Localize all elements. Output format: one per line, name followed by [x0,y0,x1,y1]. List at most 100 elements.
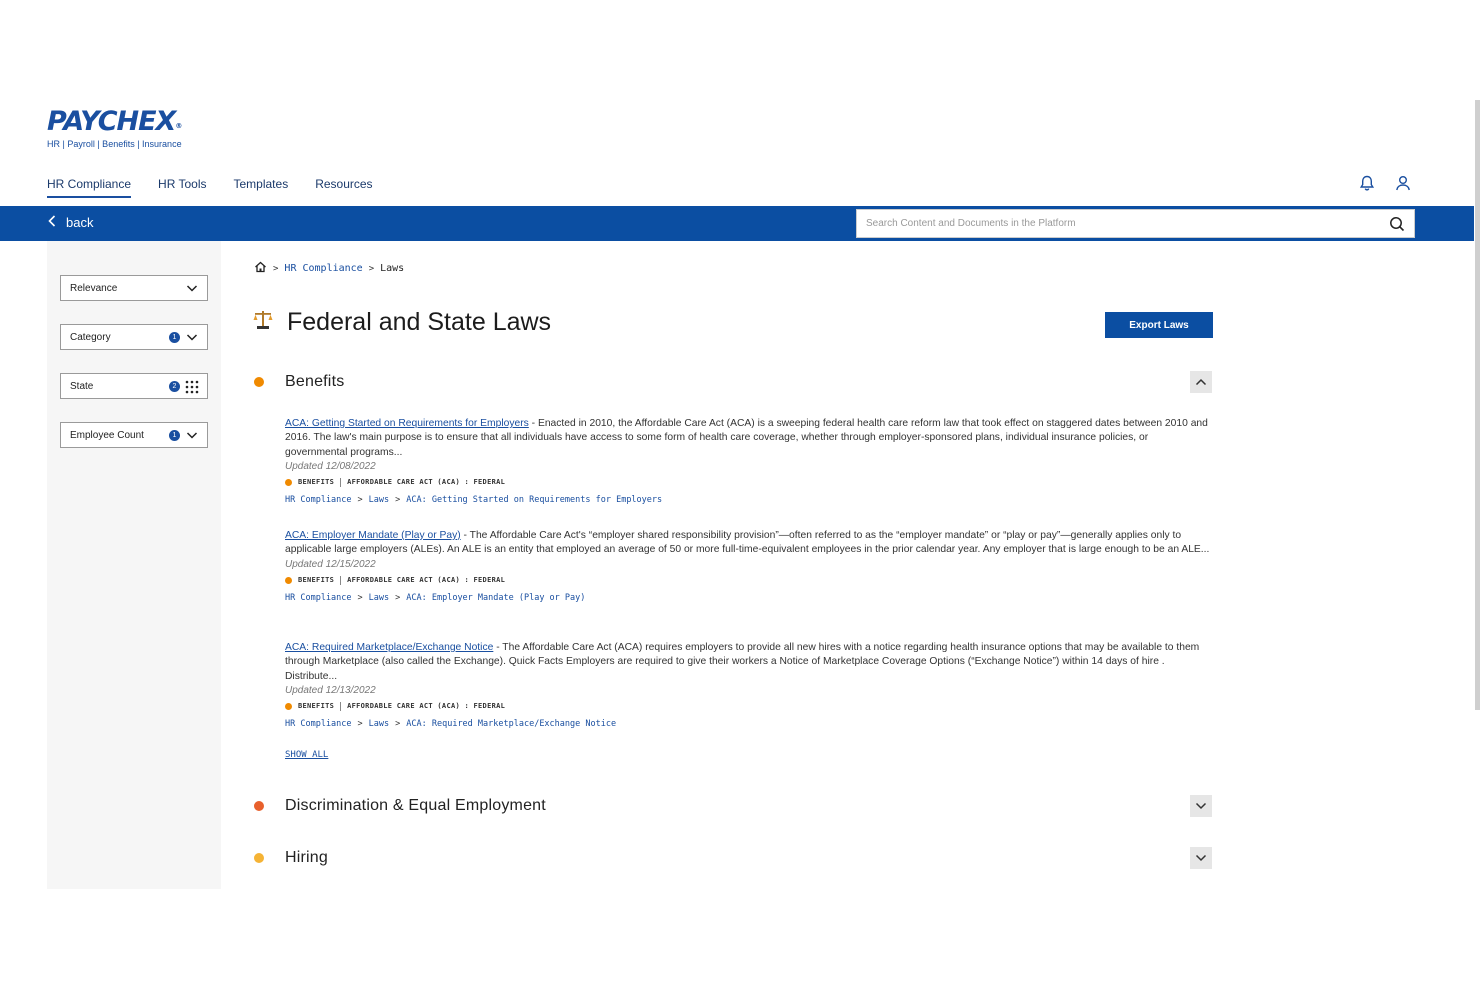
law-path-laws[interactable]: Laws [369,719,389,729]
chevron-down-icon [186,283,198,293]
law-path-item[interactable]: ACA: Employer Mandate (Play or Pay) [406,593,585,603]
chevron-up-icon [1195,378,1207,386]
breadcrumb-separator: > [273,263,279,274]
tag-category: BENEFITS [298,478,335,487]
grid-icon [185,380,199,394]
filter-count-badge: 2 [169,381,180,392]
law-item: ACA: Required Marketplace/Exchange Notic… [285,641,1213,729]
breadcrumb-separator: > [357,592,363,603]
law-path-hr-compliance[interactable]: HR Compliance [285,495,352,505]
breadcrumb-separator: > [395,494,401,505]
page-header: Federal and State Laws [253,308,551,337]
logo-tagline: HR | Payroll | Benefits | Insurance [47,139,182,149]
filter-label: Employee Count [70,429,144,441]
law-path-item[interactable]: ACA: Required Marketplace/Exchange Notic… [406,719,616,729]
expand-toggle[interactable] [1190,847,1212,869]
section-title: Hiring [285,849,328,866]
law-title-link[interactable]: ACA: Getting Started on Requirements for… [285,418,529,429]
chevron-down-icon [1195,854,1207,862]
employee-count-filter[interactable]: Employee Count 1 [60,422,208,448]
header-actions [1358,174,1412,192]
filter-label: Relevance [70,282,118,294]
filter-sidebar: Relevance Category 1 State 2 Employee Co… [47,241,221,889]
search-icon[interactable] [1389,216,1405,232]
page-scrollbar[interactable] [1475,100,1480,710]
search-input[interactable] [857,210,1377,237]
tag-separator [340,575,342,585]
logo-trademark: ® [175,122,182,130]
law-title-link[interactable]: ACA: Required Marketplace/Exchange Notic… [285,642,493,653]
law-description: ACA: Employer Mandate (Play or Pay) - Th… [285,529,1213,558]
paychex-logo[interactable]: PAYCHEX® HR | Payroll | Benefits | Insur… [47,106,182,149]
toolbar: back [0,206,1474,241]
nav-templates[interactable]: Templates [234,176,289,198]
chevron-left-icon [48,215,56,230]
expand-toggle[interactable] [1190,795,1212,817]
tag-topic: AFFORDABLE CARE ACT (ACA) : FEDERAL [347,478,506,487]
back-button[interactable]: back [48,215,93,230]
chevron-down-icon [186,332,198,342]
home-icon[interactable] [254,261,267,276]
section-hiring[interactable]: Hiring [254,847,1212,869]
category-dot [254,853,264,863]
breadcrumb-separator: > [368,263,375,274]
chevron-down-icon [1195,802,1207,810]
breadcrumb-separator: > [357,718,363,729]
back-label: back [66,215,94,230]
filter-label: Category [70,331,111,343]
category-dot [285,702,292,710]
scales-icon [253,309,273,336]
tag-category: BENEFITS [298,576,335,585]
tag-category: BENEFITS [298,702,335,711]
category-dot [285,478,292,486]
category-dot [254,377,264,387]
nav-hr-compliance[interactable]: HR Compliance [47,176,132,198]
law-item: ACA: Employer Mandate (Play or Pay) - Th… [285,529,1213,603]
collapse-toggle[interactable] [1190,371,1212,393]
show-all-link[interactable]: SHOW ALL [285,750,328,760]
filter-label: State [70,380,94,392]
category-dot [254,801,264,811]
law-path-item[interactable]: ACA: Getting Started on Requirements for… [406,495,662,505]
logo-wordmark: PAYCHEX [47,106,176,137]
breadcrumb-separator: > [395,718,401,729]
tag-topic: AFFORDABLE CARE ACT (ACA) : FEDERAL [347,702,506,711]
state-filter[interactable]: State 2 [60,373,208,399]
tag-separator [340,701,342,711]
breadcrumb: > HR Compliance > Laws [254,261,404,276]
law-breadcrumb: HR Compliance > Laws > ACA: Getting Star… [285,495,1213,505]
law-description: ACA: Getting Started on Requirements for… [285,417,1213,460]
nav-hr-tools[interactable]: HR Tools [158,176,206,198]
tag-separator [340,477,342,487]
relevance-filter[interactable]: Relevance [60,275,208,301]
law-title-link[interactable]: ACA: Employer Mandate (Play or Pay) [285,530,461,541]
section-discrimination[interactable]: Discrimination & Equal Employment [254,795,1212,817]
user-icon[interactable] [1394,174,1412,192]
law-path-laws[interactable]: Laws [369,495,389,505]
law-updated-date: Updated 12/15/2022 [285,558,376,570]
export-laws-button[interactable]: Export Laws [1105,312,1213,338]
breadcrumb-laws: Laws [380,263,405,274]
law-tags: BENEFITS AFFORDABLE CARE ACT (ACA) : FED… [285,477,1213,487]
breadcrumb-separator: > [357,494,363,505]
law-path-hr-compliance[interactable]: HR Compliance [285,593,352,603]
law-path-laws[interactable]: Laws [369,593,389,603]
section-title: Discrimination & Equal Employment [285,797,546,814]
law-item: ACA: Getting Started on Requirements for… [285,417,1213,505]
nav-resources[interactable]: Resources [315,176,372,198]
chevron-down-icon [186,430,198,440]
filter-count-badge: 1 [169,332,180,343]
section-title: Benefits [285,373,345,390]
search-box [856,209,1415,238]
breadcrumb-hr-compliance[interactable]: HR Compliance [284,263,362,274]
law-tags: BENEFITS AFFORDABLE CARE ACT (ACA) : FED… [285,575,1213,585]
top-navigation: HR Compliance HR Tools Templates Resourc… [47,176,400,198]
section-benefits[interactable]: Benefits [254,371,1212,393]
law-tags: BENEFITS AFFORDABLE CARE ACT (ACA) : FED… [285,701,1213,711]
category-filter[interactable]: Category 1 [60,324,208,350]
bell-icon[interactable] [1358,174,1376,192]
law-path-hr-compliance[interactable]: HR Compliance [285,719,352,729]
law-description: ACA: Required Marketplace/Exchange Notic… [285,641,1213,684]
filter-count-badge: 1 [169,430,180,441]
law-updated-date: Updated 12/08/2022 [285,460,376,472]
